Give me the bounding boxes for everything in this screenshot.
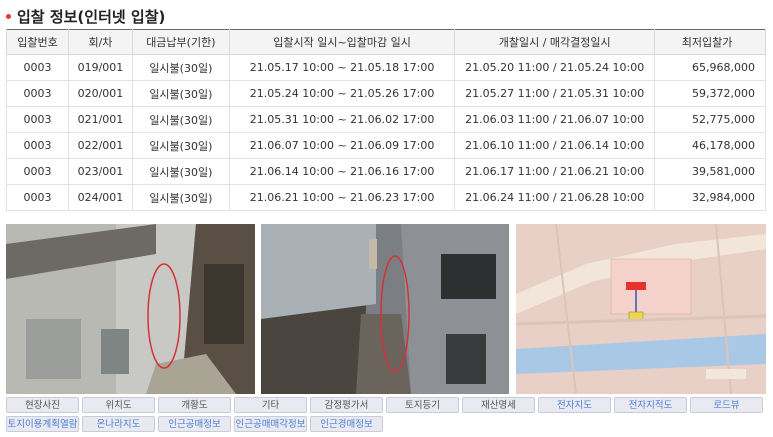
location-map[interactable] — [516, 224, 766, 394]
cell-round: 021/001 — [67, 106, 133, 133]
cell-min-price: 59,372,000 — [654, 80, 766, 107]
tab-row-1: 현장사진 위치도 개황도 기타 감정평가서 토지등기 재산명세 전자지도 전자지… — [6, 397, 766, 413]
bullet-icon — [6, 13, 11, 19]
table-header-row: 입찰번호 회/차 대금납부(기한) 입찰시작 일시~입찰마감 일시 개찰일시 /… — [6, 29, 766, 55]
cell-bid-period: 21.05.31 10:00 ~ 21.06.02 17:00 — [228, 106, 456, 133]
document-tabs: 현장사진 위치도 개황도 기타 감정평가서 토지등기 재산명세 전자지도 전자지… — [6, 397, 766, 435]
tab-other[interactable]: 기타 — [234, 397, 307, 413]
cell-opening-decision: 21.05.20 11:00 / 21.05.24 10:00 — [454, 54, 656, 81]
cell-payment: 일시불(30일) — [131, 184, 230, 211]
tab-nearby-auction[interactable]: 인근공매정보 — [158, 416, 231, 432]
cell-bid-period: 21.06.21 10:00 ~ 21.06.23 17:00 — [228, 184, 456, 211]
table-row: 0003 023/001 일시불(30일) 21.06.14 10:00 ~ 2… — [6, 158, 766, 185]
table-row: 0003 024/001 일시불(30일) 21.06.21 10:00 ~ 2… — [6, 184, 766, 211]
cell-bid-number: 0003 — [6, 80, 69, 107]
cell-min-price: 52,775,000 — [654, 106, 766, 133]
cell-round: 019/001 — [67, 54, 133, 81]
cell-bid-period: 21.05.24 10:00 ~ 21.05.26 17:00 — [228, 80, 456, 107]
header-min-price: 최저입찰가 — [654, 29, 766, 55]
tab-onnara-map[interactable]: 온나라지도 — [82, 416, 155, 432]
tab-roadview[interactable]: 로드뷰 — [690, 397, 763, 413]
cell-opening-decision: 21.06.17 11:00 / 21.06.21 10:00 — [454, 158, 656, 185]
cell-bid-number: 0003 — [6, 184, 69, 211]
bid-info-table: 입찰번호 회/차 대금납부(기한) 입찰시작 일시~입찰마감 일시 개찰일시 /… — [6, 29, 766, 211]
cell-round: 024/001 — [67, 184, 133, 211]
tab-appraisal[interactable]: 감정평가서 — [310, 397, 383, 413]
tab-row-2: 토지이용계획열람 온나라지도 인근공매정보 인근공매매각정보 인근경매정보 — [6, 416, 766, 432]
tab-location-map[interactable]: 위치도 — [82, 397, 155, 413]
cell-round: 023/001 — [67, 158, 133, 185]
cell-opening-decision: 21.06.24 11:00 / 21.06.28 10:00 — [454, 184, 656, 211]
table-row: 0003 020/001 일시불(30일) 21.05.24 10:00 ~ 2… — [6, 80, 766, 107]
tab-nearby-auction-sales[interactable]: 인근공매매각정보 — [234, 416, 307, 432]
cell-opening-decision: 21.05.27 11:00 / 21.05.31 10:00 — [454, 80, 656, 107]
tab-nearby-court-auction[interactable]: 인근경매정보 — [310, 416, 383, 432]
cell-payment: 일시불(30일) — [131, 158, 230, 185]
cell-opening-decision: 21.06.10 11:00 / 21.06.14 10:00 — [454, 132, 656, 159]
cell-bid-number: 0003 — [6, 132, 69, 159]
cell-min-price: 46,178,000 — [654, 132, 766, 159]
cell-min-price: 65,968,000 — [654, 54, 766, 81]
header-opening-decision: 개찰일시 / 매각결정일시 — [454, 29, 656, 55]
header-bid-period: 입찰시작 일시~입찰마감 일시 — [228, 29, 456, 55]
cell-bid-number: 0003 — [6, 158, 69, 185]
tab-overview-map[interactable]: 개황도 — [158, 397, 231, 413]
cell-bid-period: 21.06.07 10:00 ~ 21.06.09 17:00 — [228, 132, 456, 159]
cell-payment: 일시불(30일) — [131, 132, 230, 159]
tab-e-map[interactable]: 전자지도 — [538, 397, 611, 413]
table-row: 0003 019/001 일시불(30일) 21.05.17 10:00 ~ 2… — [6, 54, 766, 81]
tab-land-use-plan[interactable]: 토지이용계획열람 — [6, 416, 79, 432]
tab-site-photo[interactable]: 현장사진 — [6, 397, 79, 413]
table-row: 0003 022/001 일시불(30일) 21.06.07 10:00 ~ 2… — [6, 132, 766, 159]
table-row: 0003 021/001 일시불(30일) 21.05.31 10:00 ~ 2… — [6, 106, 766, 133]
cell-round: 022/001 — [67, 132, 133, 159]
tab-e-cadastral-map[interactable]: 전자지적도 — [614, 397, 687, 413]
cell-payment: 일시불(30일) — [131, 54, 230, 81]
cell-payment: 일시불(30일) — [131, 106, 230, 133]
site-photo-2[interactable] — [261, 224, 509, 394]
cell-payment: 일시불(30일) — [131, 80, 230, 107]
section-title-text: 입찰 정보(인터넷 입찰) — [17, 7, 166, 26]
header-payment: 대금납부(기한) — [131, 29, 230, 55]
tab-land-register[interactable]: 토지등기 — [386, 397, 459, 413]
cell-min-price: 32,984,000 — [654, 184, 766, 211]
cell-round: 020/001 — [67, 80, 133, 107]
cell-min-price: 39,581,000 — [654, 158, 766, 185]
header-bid-number: 입찰번호 — [6, 29, 69, 55]
header-round: 회/차 — [67, 29, 133, 55]
cell-bid-period: 21.05.17 10:00 ~ 21.05.18 17:00 — [228, 54, 456, 81]
section-title: 입찰 정보(인터넷 입찰) — [6, 5, 165, 27]
tab-property-statement[interactable]: 재산명세 — [462, 397, 535, 413]
cell-opening-decision: 21.06.03 11:00 / 21.06.07 10:00 — [454, 106, 656, 133]
site-photo-1[interactable] — [6, 224, 255, 394]
cell-bid-number: 0003 — [6, 54, 69, 81]
photo-gallery — [6, 224, 766, 394]
cell-bid-number: 0003 — [6, 106, 69, 133]
cell-bid-period: 21.06.14 10:00 ~ 21.06.16 17:00 — [228, 158, 456, 185]
